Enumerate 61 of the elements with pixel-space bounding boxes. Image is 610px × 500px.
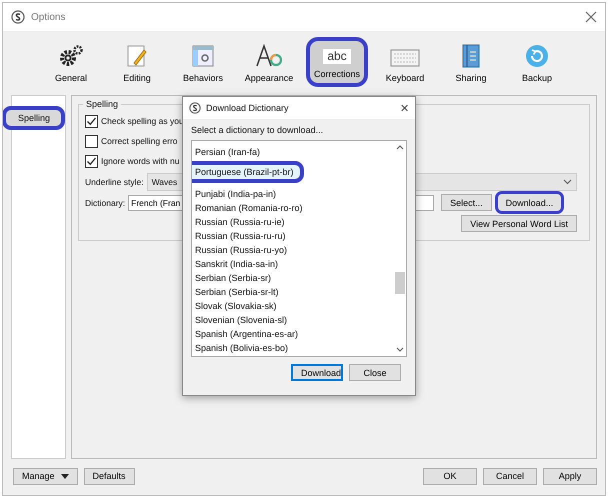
field-label: Underline style: xyxy=(85,176,144,186)
dictionary-button[interactable]: Download... xyxy=(494,191,564,214)
backup-icon xyxy=(525,44,549,68)
close-button[interactable]: ✕ xyxy=(400,102,409,114)
gears-icon xyxy=(58,44,84,68)
list-item[interactable]: Portuguese (Brazil-pt-br) xyxy=(192,161,304,183)
list-item[interactable]: Russian (Russia-ru-ru) xyxy=(192,229,394,243)
dialog-button[interactable]: Apply xyxy=(543,468,597,484)
font-color-icon xyxy=(254,44,283,68)
dictionary-button[interactable]: Select... xyxy=(441,194,492,211)
checkbox-label: Ignore words with nu xyxy=(101,156,180,166)
list-item[interactable]: Russian (Russia-ru-ie) xyxy=(192,215,394,229)
checkbox-label: Correct spelling erro xyxy=(101,136,178,146)
checkbox[interactable] xyxy=(85,154,98,168)
close-icon[interactable] xyxy=(585,11,597,23)
dialog-button[interactable]: OK xyxy=(423,468,477,484)
dialog-button[interactable]: Close xyxy=(349,364,401,381)
list-item[interactable]: Punjabi (India-pa-in) xyxy=(192,187,394,201)
list-item[interactable]: Spanish (Argentina-es-ar) xyxy=(192,327,394,341)
app-logo-icon xyxy=(189,102,201,114)
list-item[interactable]: Persian (Iran-fa) xyxy=(192,145,394,159)
chevron-down-icon xyxy=(563,178,572,184)
defaults-button[interactable]: Defaults xyxy=(84,468,135,484)
toolbar-tab[interactable]: abc Corrections xyxy=(306,37,368,87)
dialog-title: Download Dictionary xyxy=(206,103,290,113)
sidebar-item[interactable]: Spelling xyxy=(3,106,65,130)
scrollbar-thumb[interactable] xyxy=(395,272,405,294)
list-item[interactable]: Slovenian (Slovenia-sl) xyxy=(192,313,394,327)
toolbar-tab[interactable]: Editing xyxy=(108,37,166,87)
view-word-list-button[interactable]: View Personal Word List xyxy=(461,215,577,232)
toolbar-tab[interactable]: Keyboard xyxy=(376,37,434,87)
dialog-button[interactable]: Download xyxy=(291,364,343,381)
checkbox[interactable] xyxy=(85,134,98,148)
checkbox[interactable] xyxy=(85,114,98,128)
list-item[interactable]: Romanian (Romania-ro-ro) xyxy=(192,201,394,215)
toolbar-tab[interactable]: Sharing xyxy=(442,37,500,87)
pencil-page-icon xyxy=(126,44,148,68)
scroll-down-icon[interactable] xyxy=(396,347,404,352)
list-item[interactable]: Serbian (Serbia-sr-lt) xyxy=(192,285,394,299)
toolbar-tab[interactable]: Behaviors xyxy=(174,37,232,87)
toolbar-tab[interactable]: General xyxy=(42,37,100,87)
field-label: Dictionary: xyxy=(85,198,126,208)
list-item[interactable]: Russian (Russia-ru-yo) xyxy=(192,243,394,257)
toolbar-tab[interactable]: Appearance xyxy=(240,37,298,87)
list-item[interactable]: Sanskrit (India-sa-in) xyxy=(192,257,394,271)
toolbar-tab[interactable]: Backup xyxy=(508,37,566,87)
dialog-prompt: Select a dictionary to download... xyxy=(191,125,324,135)
caret-icon xyxy=(60,474,69,478)
manage-button[interactable]: Manage xyxy=(13,468,78,484)
abc-icon: abc xyxy=(323,49,351,64)
settings-window-icon xyxy=(192,44,214,68)
list-item[interactable]: Spanish (Bolivia-es-bo) xyxy=(192,341,394,355)
app-logo-icon xyxy=(11,10,25,24)
dialog-button[interactable]: Cancel xyxy=(483,468,537,484)
notebook-icon xyxy=(461,44,481,68)
group-title: Spelling xyxy=(85,99,120,109)
keyboard-icon xyxy=(390,48,420,68)
window-title: Options xyxy=(31,12,66,22)
scroll-up-icon[interactable] xyxy=(396,145,404,150)
list-item[interactable]: Slovak (Slovakia-sk) xyxy=(192,299,394,313)
list-item[interactable]: Serbian (Serbia-sr) xyxy=(192,271,394,285)
